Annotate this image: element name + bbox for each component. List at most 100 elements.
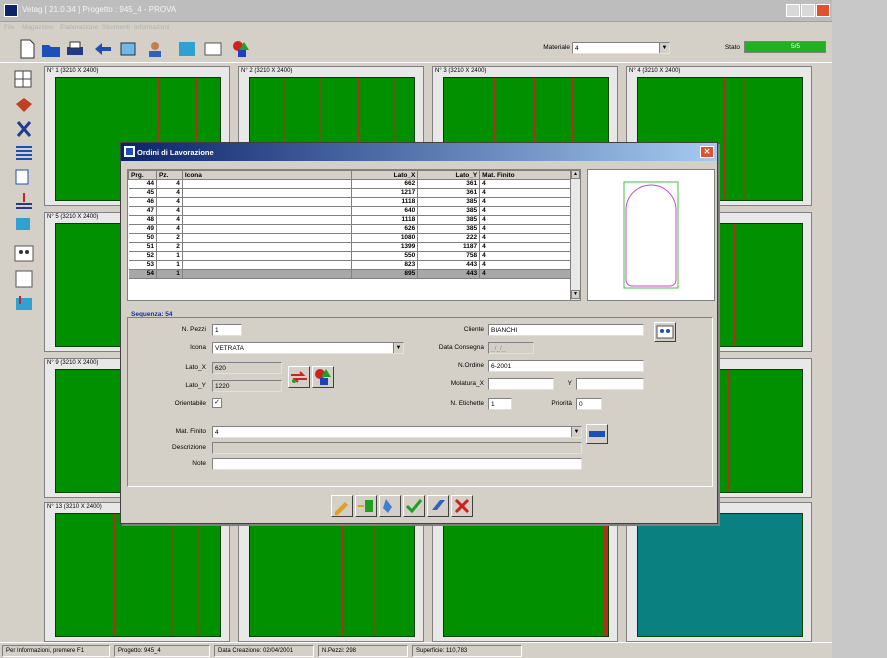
clienti-button[interactable]: [654, 322, 676, 342]
icona-select[interactable]: VETRATA ▼: [212, 342, 404, 354]
cut-layout-icon[interactable]: [202, 38, 224, 60]
cell-matfinito: 4: [479, 206, 572, 216]
npezzi-label: N. Pezzi: [181, 326, 206, 333]
scroll-up-icon[interactable]: ▲: [571, 170, 580, 179]
rotate-button[interactable]: [288, 366, 310, 388]
grid-icon[interactable]: [12, 68, 36, 90]
cell-latoy: 443: [417, 269, 481, 279]
molatura-y-label: Y: [567, 380, 572, 387]
cell-pz: 2: [156, 233, 183, 243]
left-toolbar: [12, 68, 42, 318]
note-label: Note: [192, 460, 206, 467]
tools-icon[interactable]: [12, 118, 36, 140]
menu-informazioni[interactable]: Informazioni: [134, 24, 169, 31]
table-row[interactable]: 51 2 1399 1187 4: [128, 242, 572, 252]
table-row[interactable]: 54 1 895 443 4: [128, 269, 572, 279]
menu-strumenti[interactable]: Strumenti: [102, 24, 130, 31]
table-row[interactable]: 46 4 1118 385 4: [128, 197, 572, 207]
edit-button[interactable]: [331, 495, 353, 517]
new-document-icon[interactable]: [16, 38, 38, 60]
user-icon[interactable]: [144, 38, 166, 60]
cell-matfinito: 4: [479, 224, 572, 234]
close-button[interactable]: [816, 4, 830, 17]
menu-elaborazione[interactable]: Elaborazione: [60, 24, 98, 31]
col-pz[interactable]: Pz.: [155, 170, 183, 180]
materiale-select[interactable]: 4 ▼: [572, 42, 670, 54]
menu-magazzino[interactable]: Magazzino: [22, 24, 53, 31]
cell-icona: [182, 269, 353, 279]
table-row[interactable]: 49 4 626 385 4: [128, 224, 572, 234]
cell-icona: [182, 251, 353, 261]
open-folder-icon[interactable]: [40, 38, 62, 60]
shapes-icon[interactable]: [230, 38, 252, 60]
gem-icon[interactable]: [12, 94, 36, 116]
dialog-close-button[interactable]: ✕: [700, 146, 714, 158]
latoy-input[interactable]: 1220: [212, 380, 282, 392]
col-icona[interactable]: Icona: [181, 170, 353, 180]
npezzi-input[interactable]: 1: [212, 324, 242, 336]
cell-latoy: 443: [417, 260, 481, 270]
print-icon[interactable]: [64, 38, 86, 60]
cliente-input[interactable]: BIANCHI: [488, 324, 644, 336]
window-title: Vetag [ 21.0.34 ] Progetto : 945_4 - PRO…: [22, 5, 177, 14]
eraser-button[interactable]: [427, 495, 449, 517]
list-icon[interactable]: [12, 142, 36, 164]
minimize-button[interactable]: [786, 4, 800, 17]
cell-prg: 53: [128, 260, 157, 270]
note-input[interactable]: [212, 458, 582, 470]
table-row[interactable]: 45 4 1217 361 4: [128, 188, 572, 198]
table-row[interactable]: 47 4 640 385 4: [128, 206, 572, 216]
nordine-input[interactable]: 6-2001: [488, 360, 644, 372]
menu-file[interactable]: File: [4, 24, 14, 31]
matfinito-select[interactable]: 4 ▼: [212, 426, 582, 438]
col-latox[interactable]: Lato_X: [351, 170, 419, 180]
pages-icon[interactable]: [12, 166, 36, 188]
cell-prg: 51: [128, 242, 157, 252]
orientabile-checkbox[interactable]: ✓: [212, 398, 222, 408]
cell-pz: 4: [156, 197, 183, 207]
glass-sheets-icon[interactable]: [118, 38, 140, 60]
table-row[interactable]: 53 1 823 443 4: [128, 260, 572, 270]
shapes-button[interactable]: [312, 366, 334, 388]
priorita-input[interactable]: 0: [576, 398, 602, 410]
delete-button[interactable]: [451, 495, 473, 517]
col-latoy[interactable]: Lato_Y: [417, 170, 481, 180]
cell-matfinito: 4: [479, 242, 572, 252]
table-row[interactable]: 50 2 1080 222 4: [128, 233, 572, 243]
matfinito-label: Mat. Finito: [175, 428, 206, 435]
insert-button[interactable]: [355, 495, 377, 517]
col-prg[interactable]: Prg.: [128, 170, 157, 180]
consegna-input[interactable]: _/_/_: [488, 342, 534, 354]
confirm-button[interactable]: [403, 495, 425, 517]
report-icon[interactable]: [12, 268, 36, 290]
table-row[interactable]: 52 1 550 758 4: [128, 251, 572, 261]
cell-pz: 1: [156, 269, 183, 279]
maximize-button[interactable]: [801, 4, 815, 17]
table-scrollbar[interactable]: ▲ ▼: [570, 170, 580, 300]
dialog-app-icon: [124, 146, 135, 157]
descrizione-input[interactable]: [212, 442, 582, 454]
stato-label: Stato: [724, 44, 740, 51]
title-bar: Vetag [ 21.0.34 ] Progetto : 945_4 - PRO…: [0, 0, 832, 22]
transfer-icon[interactable]: [12, 292, 36, 314]
cell-pz: 4: [156, 206, 183, 216]
cell-prg: 47: [128, 206, 157, 216]
cell-pz: 4: [156, 215, 183, 225]
molatura-y-input[interactable]: [576, 378, 644, 390]
checkmark-icon: [405, 499, 423, 514]
table-row[interactable]: 48 4 1118 385 4: [128, 215, 572, 225]
molatura-label: Molatura_X: [450, 380, 484, 387]
export-icon[interactable]: [12, 214, 36, 236]
clear-button[interactable]: [379, 495, 401, 517]
latox-input[interactable]: 620: [212, 362, 282, 374]
optimize-icon[interactable]: [176, 38, 198, 60]
scroll-down-icon[interactable]: ▼: [571, 290, 580, 299]
material-button[interactable]: [586, 424, 608, 444]
orders-table[interactable]: Prg. Pz. Icona Lato_X Lato_Y Mat. Finito…: [127, 169, 581, 301]
table-row[interactable]: 44 4 662 361 4: [128, 179, 572, 189]
stack-icon[interactable]: [12, 190, 36, 212]
cell-icona: [182, 260, 353, 270]
back-arrow-icon[interactable]: [92, 38, 114, 60]
col-matfinito[interactable]: Mat. Finito: [479, 170, 572, 180]
people-icon[interactable]: [12, 242, 36, 264]
